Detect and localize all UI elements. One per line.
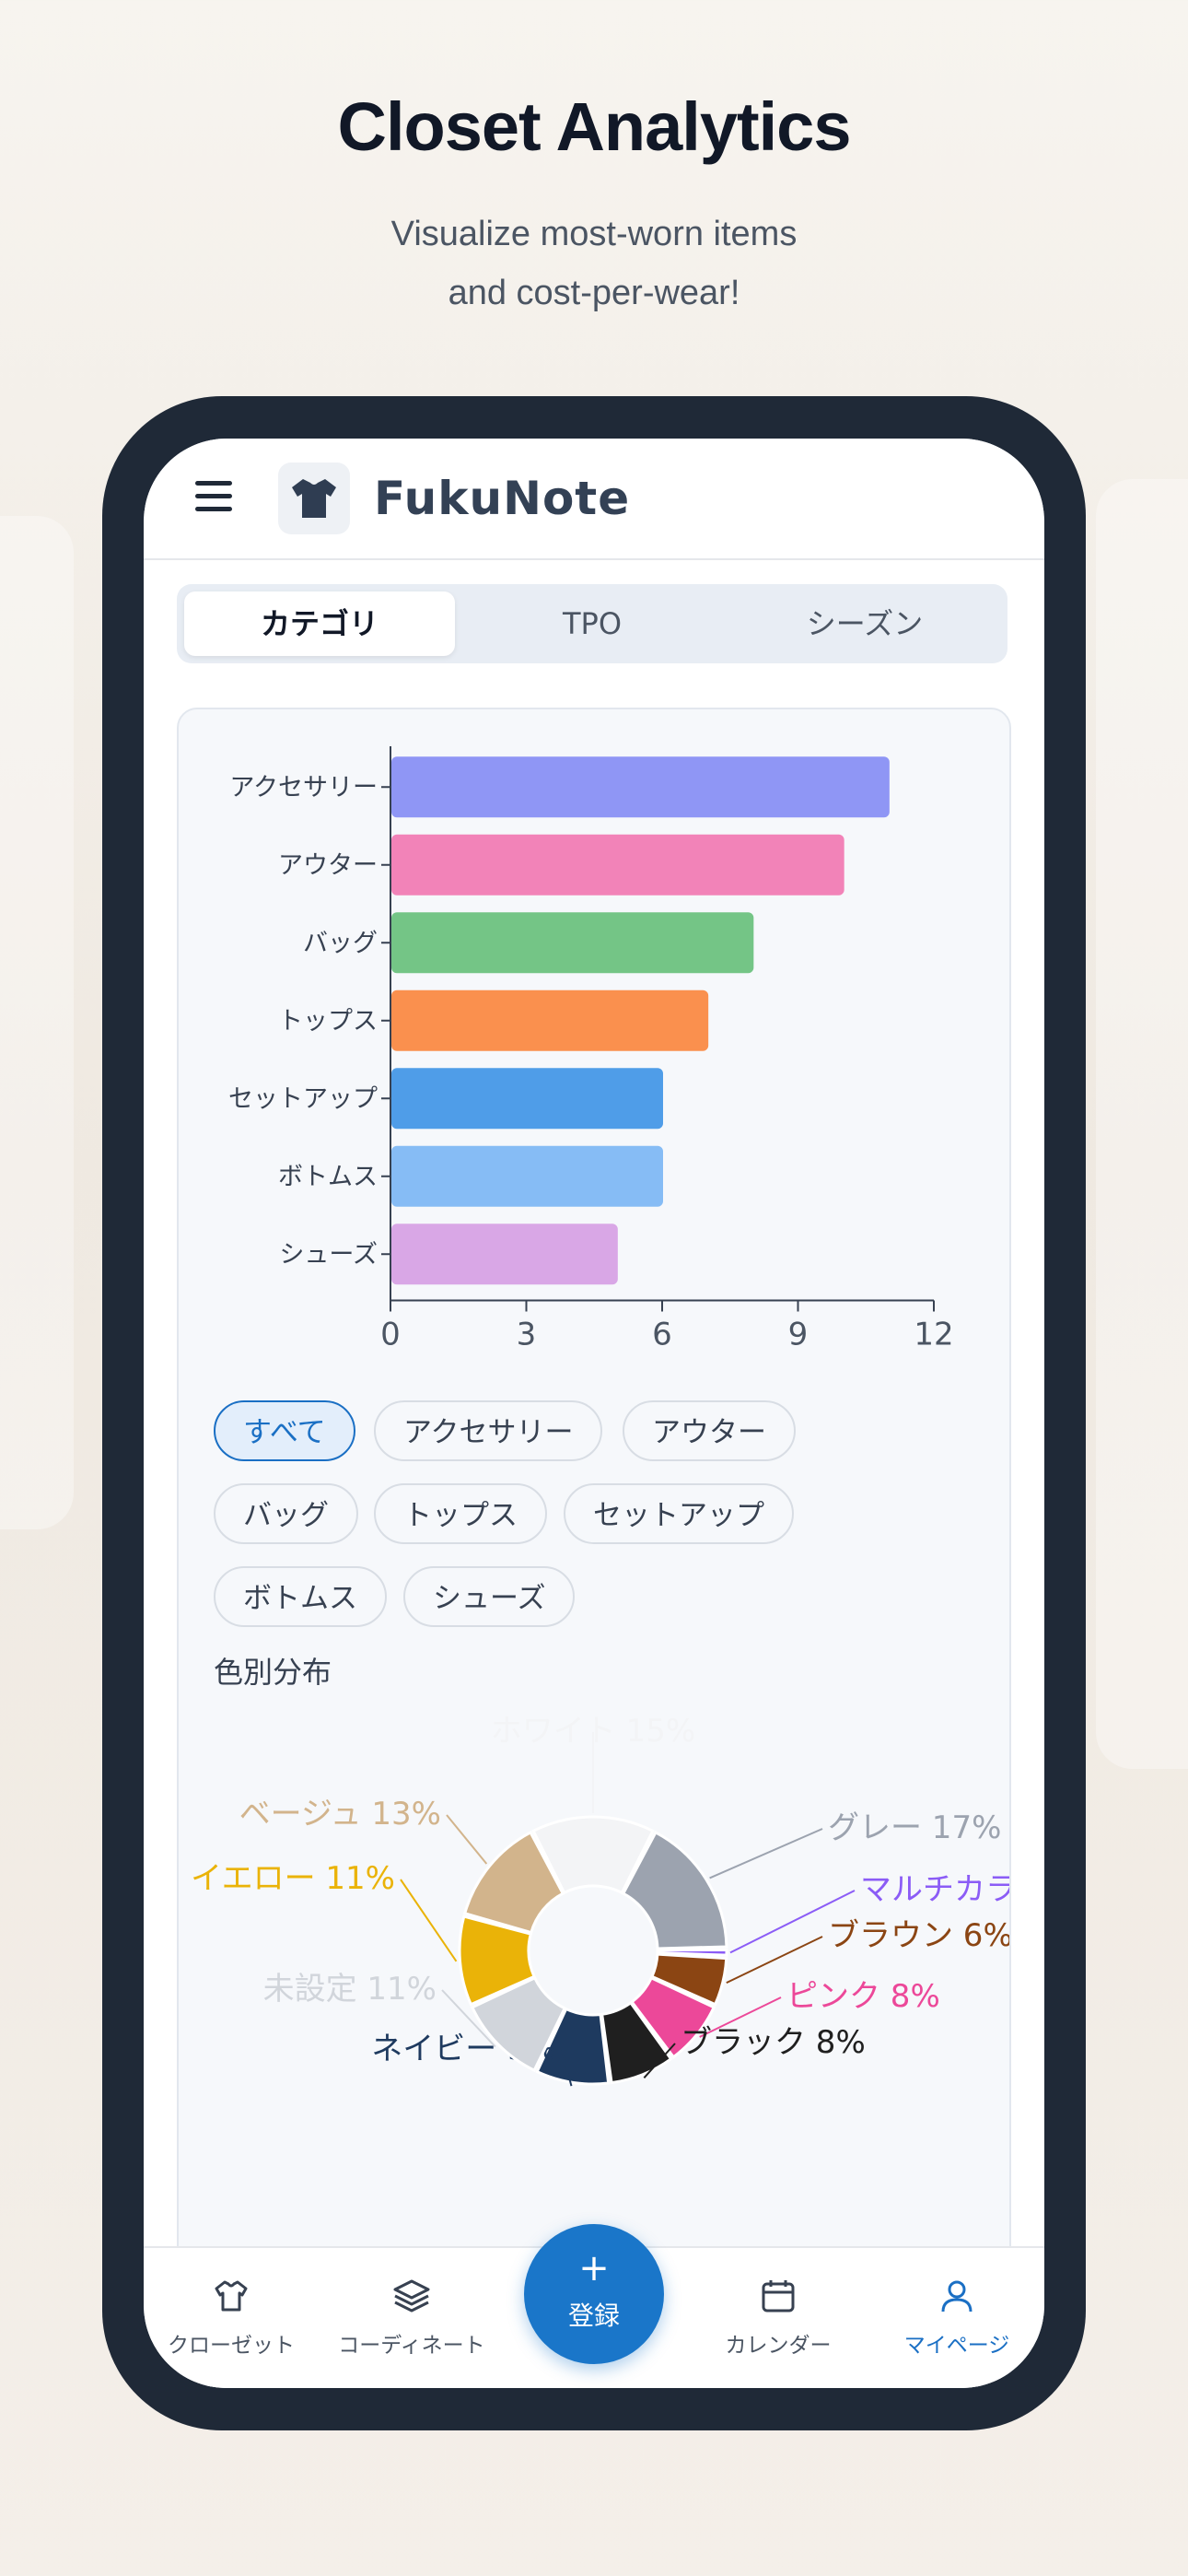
bar-4 bbox=[391, 1068, 663, 1130]
x-tick-label: 3 bbox=[517, 1317, 537, 1353]
y-tick-label: アウター bbox=[278, 851, 378, 880]
y-tick-label: ボトムス bbox=[278, 1163, 378, 1191]
donut-label: イエロー 11% bbox=[191, 1860, 395, 1897]
promo-subline: Visualize most-worn items and cost-per-w… bbox=[0, 205, 1188, 322]
bar-5 bbox=[391, 1145, 663, 1207]
shirt-icon bbox=[215, 2280, 248, 2312]
bar-6 bbox=[391, 1224, 618, 1285]
promo-subline-1: Visualize most-worn items bbox=[390, 215, 798, 253]
promo-subline-2: and cost-per-wear! bbox=[448, 274, 740, 312]
y-tick-label: バッグ bbox=[303, 929, 378, 957]
register-fab-button[interactable]: + 登録 bbox=[524, 2224, 664, 2364]
y-tick-label: トップス bbox=[278, 1007, 378, 1036]
filter-chip[interactable]: バッグ bbox=[214, 1483, 358, 1544]
nav-closet[interactable]: クローゼット bbox=[144, 2248, 319, 2388]
user-icon bbox=[941, 2280, 973, 2313]
promo-headline: Closet Analytics bbox=[337, 88, 852, 165]
x-tick-label: 12 bbox=[914, 1317, 953, 1353]
tab-season[interactable]: シーズン bbox=[729, 591, 1000, 656]
register-label: 登録 bbox=[567, 2301, 620, 2331]
x-tick-label: 6 bbox=[652, 1317, 672, 1353]
donut-leader-line bbox=[400, 1879, 458, 1962]
bar-3 bbox=[391, 989, 709, 1051]
x-tick-label: 9 bbox=[788, 1317, 809, 1353]
nav-label: コーディネート bbox=[338, 2334, 485, 2358]
nav-calendar[interactable]: カレンダー bbox=[691, 2248, 866, 2388]
segmented-control: カテゴリ TPO シーズン bbox=[177, 584, 1007, 663]
filter-chip[interactable]: アウター bbox=[623, 1400, 796, 1461]
layers-icon bbox=[393, 2279, 430, 2313]
filter-chip[interactable]: トップス bbox=[374, 1483, 547, 1544]
app-name: FukuNote bbox=[374, 472, 631, 525]
tshirt-logo-icon bbox=[292, 479, 336, 518]
donut-label: ピンク 8% bbox=[786, 1978, 940, 2015]
donut-leader-line bbox=[446, 1814, 488, 1865]
tab-category[interactable]: カテゴリ bbox=[184, 591, 455, 656]
nav-label: マイページ bbox=[903, 2334, 1010, 2358]
phone-screen: FukuNote カテゴリ TPO シーズン アクセサリー アウター バッグ トップス… bbox=[144, 439, 1044, 2388]
phone-frame: FukuNote カテゴリ TPO シーズン アクセサリー アウター バッグ トップス… bbox=[102, 396, 1086, 2430]
donut-label: ホワイト 15% bbox=[491, 1713, 695, 1750]
donut-label: マルチカラー bbox=[860, 1871, 1009, 1908]
bar-0 bbox=[391, 756, 890, 818]
filter-chip[interactable]: すべて bbox=[214, 1400, 355, 1461]
donut-leader-line bbox=[726, 1936, 823, 1985]
bar-2 bbox=[391, 912, 754, 974]
background-rack-shape bbox=[1096, 479, 1188, 1769]
filter-chip[interactable]: シューズ bbox=[403, 1566, 576, 1627]
plus-icon: + bbox=[578, 2247, 610, 2289]
donut-label: グレー 17% bbox=[828, 1809, 1001, 1846]
hamburger-menu-icon[interactable] bbox=[195, 481, 232, 514]
tab-tpo[interactable]: TPO bbox=[457, 591, 728, 656]
donut-label: ブラック 8% bbox=[681, 2024, 866, 2061]
nav-label: カレンダー bbox=[725, 2334, 832, 2358]
calendar-icon bbox=[762, 2280, 795, 2313]
nav-label: クローゼット bbox=[168, 2334, 295, 2358]
nav-mypage[interactable]: マイページ bbox=[869, 2248, 1044, 2388]
background-rack-shape bbox=[0, 516, 74, 1529]
donut-leader-line bbox=[709, 1828, 823, 1879]
app-bar: FukuNote bbox=[144, 439, 1044, 560]
y-tick-label: シューズ bbox=[279, 1240, 378, 1269]
color-distribution-title: 色別分布 bbox=[214, 1655, 332, 1690]
x-tick-label: 0 bbox=[380, 1317, 401, 1353]
app-logo bbox=[278, 463, 350, 534]
y-tick-label: セットアップ bbox=[228, 1084, 378, 1113]
color-donut-chart: ホワイト 15% グレー 17% マルチカラーブラウン 6% ピンク 8% ブラック 8… bbox=[191, 1713, 1009, 2087]
y-tick-label: アクセサリー bbox=[229, 773, 378, 802]
category-bar-chart: アクセサリーアウターバッグトップスセットアップボトムスシューズ 0 3 6 9 12 bbox=[228, 746, 954, 1353]
donut-label: 未設定 11% bbox=[263, 1971, 437, 2008]
filter-chip[interactable]: ボトムス bbox=[214, 1566, 387, 1627]
analytics-card: アクセサリー アウター バッグ トップス セットアップ ボトムス シューズ 0 3 6 9 12 すべ… bbox=[177, 708, 1011, 2388]
nav-coordinate[interactable]: コーディネート bbox=[324, 2248, 499, 2388]
bar-1 bbox=[391, 834, 844, 896]
donut-label: ブラウン 6% bbox=[828, 1917, 1009, 1954]
donut-label: ベージュ 13% bbox=[239, 1796, 441, 1832]
filter-chip[interactable]: セットアップ bbox=[564, 1483, 794, 1544]
filter-chip[interactable]: アクセサリー bbox=[374, 1400, 603, 1461]
